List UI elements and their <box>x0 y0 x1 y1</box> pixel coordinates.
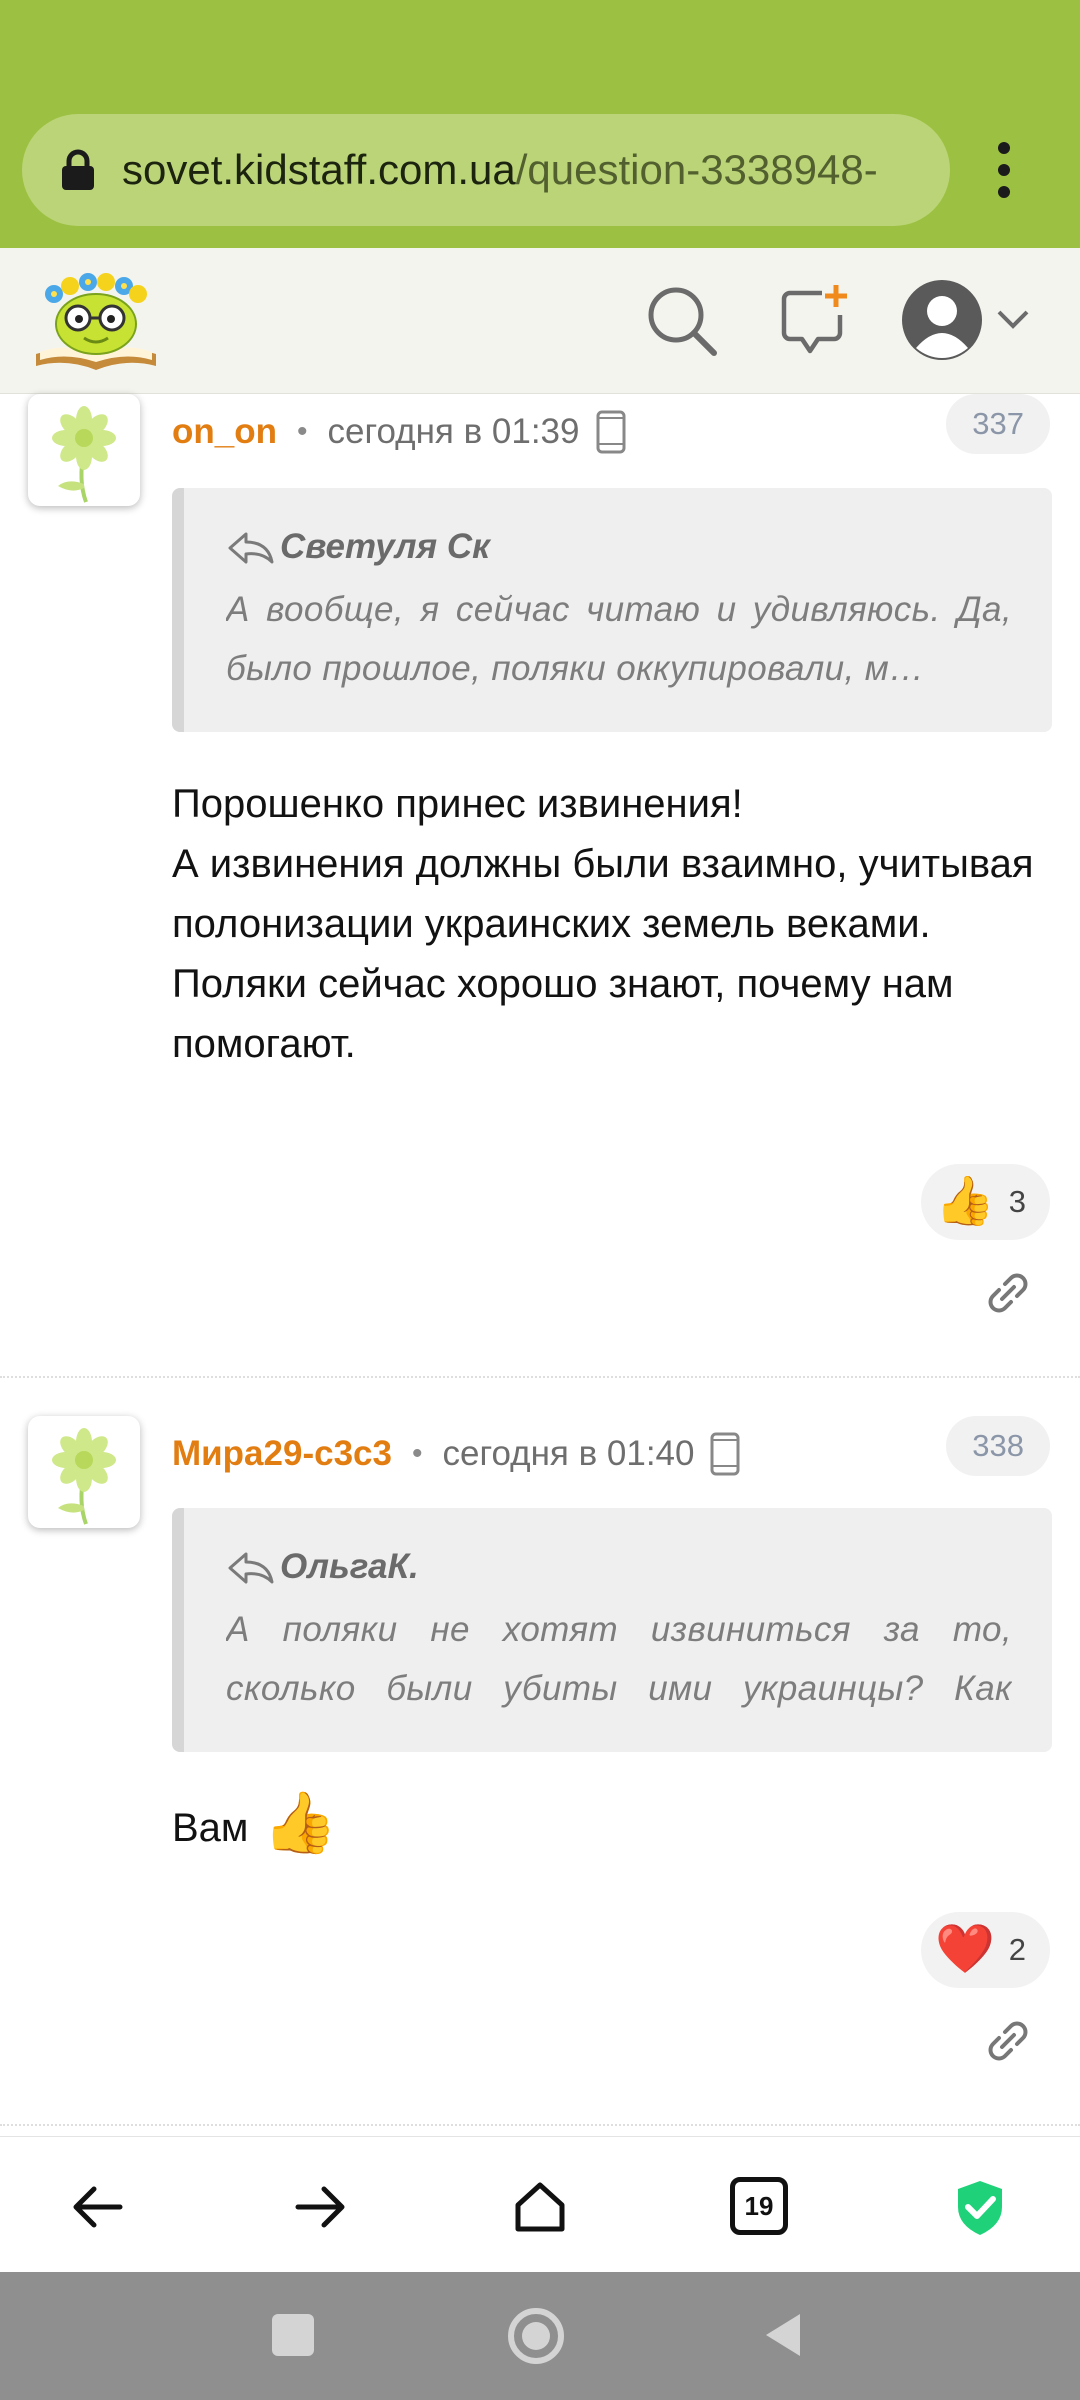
link-icon[interactable] <box>985 1270 1031 1316</box>
site-header <box>0 248 1080 394</box>
comment-meta: Мира29-с3с3 • сегодня в 01:40 <box>172 1424 740 1484</box>
browser-toolbar: sovet.kidstaff.com.ua/question-3338948- <box>0 0 1080 248</box>
reaction-count: 2 <box>1008 1932 1026 1967</box>
url-text[interactable]: sovet.kidstaff.com.ua/question-3338948- <box>122 142 942 198</box>
comment-body: Вам 👍 <box>172 1788 1052 1858</box>
url-host: sovet.kidstaff.com.ua <box>122 146 516 193</box>
quote-author: ОльгаК. <box>280 1547 419 1586</box>
reply-arrow-icon <box>228 532 274 564</box>
home-circle-icon[interactable] <box>508 2308 564 2364</box>
thumbs-up-icon: 👍 <box>934 1175 995 1228</box>
lock-icon <box>62 149 94 190</box>
comment: on_on • сегодня в 01:39 337 Светуля Ск А… <box>0 394 1080 1376</box>
comment-author[interactable]: Мира29-с3с3 <box>172 1434 392 1474</box>
search-icon[interactable] <box>644 283 720 359</box>
meta-separator: • <box>411 1437 423 1470</box>
user-menu[interactable] <box>900 278 1030 362</box>
comment-line: Вам <box>172 1806 249 1850</box>
kebab-menu-icon[interactable] <box>992 142 1016 198</box>
back-arrow-icon[interactable] <box>68 2177 128 2237</box>
meta-separator: • <box>296 415 308 448</box>
comment-meta: on_on • сегодня в 01:39 <box>172 402 626 462</box>
comment-line: Поляки сейчас хорошо знают, почему нам п… <box>172 962 954 1066</box>
avatar[interactable] <box>28 394 140 506</box>
link-icon[interactable] <box>985 2018 1031 2064</box>
quote-text: А поляки не хотят извиниться за то, скол… <box>226 1610 1012 1708</box>
comment-line: А извинения должны были взаимно, учитыва… <box>172 842 1034 946</box>
comment-separator <box>0 2124 1080 2126</box>
chevron-down-icon <box>997 310 1029 329</box>
address-bar[interactable]: sovet.kidstaff.com.ua/question-3338948- <box>22 114 950 226</box>
comment-number[interactable]: 338 <box>946 1416 1050 1476</box>
comment-time: сегодня в 01:40 <box>442 1434 695 1473</box>
comment-line: Порошенко принес извинения! <box>172 782 743 826</box>
phone-icon <box>710 1432 740 1476</box>
back-triangle-icon[interactable] <box>760 2310 804 2360</box>
browser-bottom-bar: 19 <box>0 2136 1080 2272</box>
flower-avatar-icon <box>52 1428 116 1525</box>
comment-body: Порошенко принес извинения! А извинения … <box>172 774 1052 1074</box>
reaction-count: 3 <box>1008 1184 1026 1219</box>
phone-icon <box>596 410 625 454</box>
quote-text: А вообще, я сейчас читаю и удивляюсь. Да… <box>226 590 1012 688</box>
shield-check-icon[interactable] <box>950 2177 1010 2237</box>
quote-block[interactable]: Светуля Ск А вообще, я сейчас читаю и уд… <box>172 488 1052 732</box>
reaction-button[interactable]: ❤️ 2 <box>920 1912 1050 1988</box>
comment-author[interactable]: on_on <box>172 412 277 452</box>
quote-block[interactable]: ОльгаК. А поляки не хотят извиниться за … <box>172 1508 1052 1752</box>
tabs-counter-button[interactable]: 19 <box>730 2177 788 2235</box>
reply-arrow-icon <box>228 1552 274 1584</box>
quote-author-row: ОльгаК. <box>226 1544 1012 1590</box>
url-path: /question-3338948- <box>515 146 878 193</box>
site-logo[interactable] <box>32 266 160 374</box>
new-message-icon[interactable] <box>776 283 852 359</box>
comment-number[interactable]: 337 <box>946 394 1050 454</box>
quote-author: Светуля Ск <box>280 527 490 566</box>
avatar[interactable] <box>28 1416 140 1528</box>
recent-apps-icon[interactable] <box>272 2314 314 2356</box>
comment-separator <box>0 1376 1080 1378</box>
thumbs-up-icon: 👍 <box>262 1789 338 1856</box>
comment: Мира29-с3с3 • сегодня в 01:40 338 ОльгаК… <box>0 1416 1080 2116</box>
user-avatar-icon <box>902 280 982 360</box>
home-icon[interactable] <box>510 2177 570 2237</box>
flower-avatar-icon <box>52 406 116 503</box>
system-navigation-bar <box>0 2272 1080 2400</box>
heart-icon: ❤️ <box>934 1923 995 1976</box>
forward-arrow-icon[interactable] <box>290 2177 350 2237</box>
quote-author-row: Светуля Ск <box>226 524 1012 570</box>
comment-time: сегодня в 01:39 <box>327 412 580 451</box>
reaction-button[interactable]: 👍 3 <box>920 1164 1050 1240</box>
